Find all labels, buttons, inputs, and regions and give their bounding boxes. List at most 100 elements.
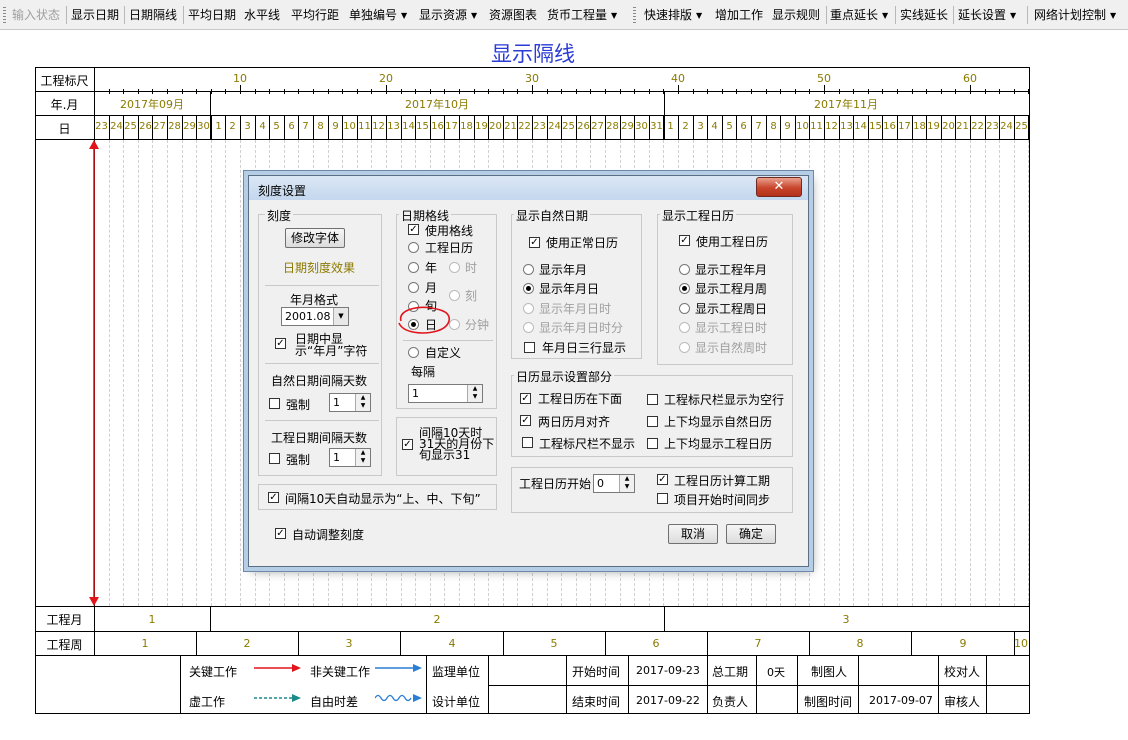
currency-quantity-dropdown[interactable]: 货币工程量 ▼ [547, 5, 617, 25]
three-rows-checkbox[interactable] [524, 342, 535, 353]
day-cell: 21 [956, 121, 969, 132]
radio-ke[interactable] [449, 290, 460, 301]
project-interval-spinner[interactable]: 1 ▲ ▼ [329, 448, 371, 467]
project-week-row-label: 工程周 [46, 638, 83, 652]
calc-period-checkbox[interactable]: ✓ [657, 474, 668, 485]
toolbar-separator [826, 6, 827, 24]
ruler-blank-checkbox[interactable] [647, 394, 658, 405]
day-cell: 23 [533, 121, 546, 132]
dialog-titlebar[interactable]: 刻度设置 ✕ [249, 176, 808, 200]
natural-force-checkbox[interactable] [269, 398, 280, 409]
project-week-value: 9 [959, 637, 967, 650]
radio-show-ym[interactable] [523, 264, 534, 275]
auto-xun-checkbox[interactable]: ✓ [268, 492, 279, 503]
natural-force-label: 强制 [286, 398, 311, 412]
project-calendar-start-label: 工程日历开始 [519, 477, 592, 491]
horizontal-line-button[interactable]: 水平线 [244, 5, 280, 25]
radio-month[interactable] [408, 282, 419, 293]
show-resource-dropdown[interactable]: 显示资源 ▼ [419, 5, 477, 25]
toolbar-grip[interactable] [3, 7, 6, 23]
project-week-value: 4 [448, 637, 456, 650]
radio-show-pwd[interactable] [679, 303, 690, 314]
auto-adjust-checkbox[interactable]: ✓ [275, 528, 286, 539]
key-extend-dropdown[interactable]: 重点延长 ▼ [830, 5, 888, 25]
radio-show-ymdhm[interactable] [523, 322, 534, 333]
every-spinner[interactable]: 1 ▲ ▼ [408, 384, 483, 403]
project-calendar-start-spinner[interactable]: 0 ▲ ▼ [593, 474, 635, 493]
modify-font-button[interactable]: 修改字体 [285, 228, 345, 248]
project-week-value: 1 [141, 637, 149, 650]
total-duration-value: 0天 [767, 666, 785, 679]
sync-start-checkbox[interactable] [657, 493, 668, 504]
date-gridline [1014, 140, 1015, 606]
use-gridline-checkbox[interactable]: ✓ [408, 224, 419, 235]
show-pwd-label: 显示工程周日 [695, 302, 768, 316]
radio-hour[interactable] [449, 262, 460, 273]
use-normal-calendar-checkbox[interactable]: ✓ [529, 237, 540, 248]
both-natural-checkbox[interactable] [647, 416, 658, 427]
input-state-button[interactable]: 输入状态 [12, 5, 60, 25]
radio-show-natural-week[interactable] [679, 342, 690, 353]
show-rules-button[interactable]: 显示规则 [772, 5, 820, 25]
add-work-button[interactable]: 增加工作 [715, 5, 763, 25]
date-gridline [167, 140, 168, 606]
project-below-checkbox[interactable]: ✓ [520, 393, 531, 404]
radio-show-pdh[interactable] [679, 322, 690, 333]
close-button[interactable]: ✕ [756, 177, 802, 197]
ruler-tick [152, 89, 153, 94]
both-project-checkbox[interactable] [647, 438, 658, 449]
ruler-tick [167, 89, 168, 94]
spin-arrows-icon[interactable]: ▲ ▼ [619, 475, 634, 492]
network-plan-control-dropdown[interactable]: 网络计划控制 ▼ [1034, 5, 1116, 25]
separate-numbering-dropdown[interactable]: 单独编号 ▼ [349, 5, 407, 25]
average-row-spacing-button[interactable]: 平均行距 [291, 5, 339, 25]
date-gridline-button[interactable]: 日期隔线 [129, 5, 177, 25]
info-divider [938, 655, 939, 714]
average-date-button[interactable]: 平均日期 [188, 5, 236, 25]
radio-year[interactable] [408, 262, 419, 273]
ok-button[interactable]: 确定 [726, 524, 776, 544]
radio-custom[interactable] [408, 347, 419, 358]
show-ymdh-label: 显示年月日时 [539, 302, 612, 316]
ruler-tick [109, 89, 110, 94]
resource-chart-button[interactable]: 资源图表 [489, 5, 537, 25]
ruler-tick [605, 89, 606, 94]
chevron-down-icon: ▼ [333, 308, 348, 325]
project-calendar-label: 工程日历 [425, 241, 474, 255]
align-checkbox[interactable]: ✓ [520, 415, 531, 426]
month-label: 2017年09月 [120, 98, 184, 111]
week-divider [196, 631, 197, 655]
spin-arrows-icon[interactable]: ▲ ▼ [355, 394, 370, 411]
ke-label: 刻 [465, 289, 478, 303]
radio-show-ymdh[interactable] [523, 303, 534, 314]
project-force-checkbox[interactable] [269, 453, 280, 464]
day-cell: 27 [591, 121, 604, 132]
solid-extend-button[interactable]: 实线延长 [900, 5, 948, 25]
designer-label: 设计单位 [432, 695, 481, 709]
date-gridline [809, 140, 810, 606]
day-cell: 9 [332, 121, 339, 132]
day-cell: 12 [372, 121, 385, 132]
spin-arrows-icon[interactable]: ▲ ▼ [467, 385, 482, 402]
radio-show-pmw[interactable] [679, 283, 690, 294]
spin-arrows-icon[interactable]: ▲ ▼ [355, 449, 370, 466]
use-project-calendar-checkbox[interactable]: ✓ [679, 235, 690, 246]
row-divider [35, 655, 1030, 656]
date-gridline [211, 140, 212, 606]
cancel-button[interactable]: 取消 [668, 524, 718, 544]
show-date-button[interactable]: 显示日期 [71, 5, 119, 25]
ruler-tick [882, 89, 883, 94]
natural-date-group-title: 显示自然日期 [514, 207, 591, 224]
ruler-hide-checkbox[interactable] [522, 437, 533, 448]
last-day-note-checkbox[interactable]: ✓ [402, 439, 413, 450]
radio-show-ymd[interactable] [523, 283, 534, 294]
ym-format-select[interactable]: 2001.08 ▼ [281, 307, 349, 326]
radio-project-calendar[interactable] [408, 242, 419, 253]
show-ym-in-date-checkbox[interactable]: ✓ [275, 338, 286, 349]
natural-interval-spinner[interactable]: 1 ▲ ▼ [329, 393, 371, 412]
toolbar-grip[interactable] [633, 7, 636, 23]
radio-show-pym[interactable] [679, 264, 690, 275]
draw-time-label: 制图时间 [804, 695, 853, 709]
extend-settings-dropdown[interactable]: 延长设置 ▼ [958, 5, 1016, 25]
quick-layout-dropdown[interactable]: 快速排版 ▼ [644, 5, 702, 25]
